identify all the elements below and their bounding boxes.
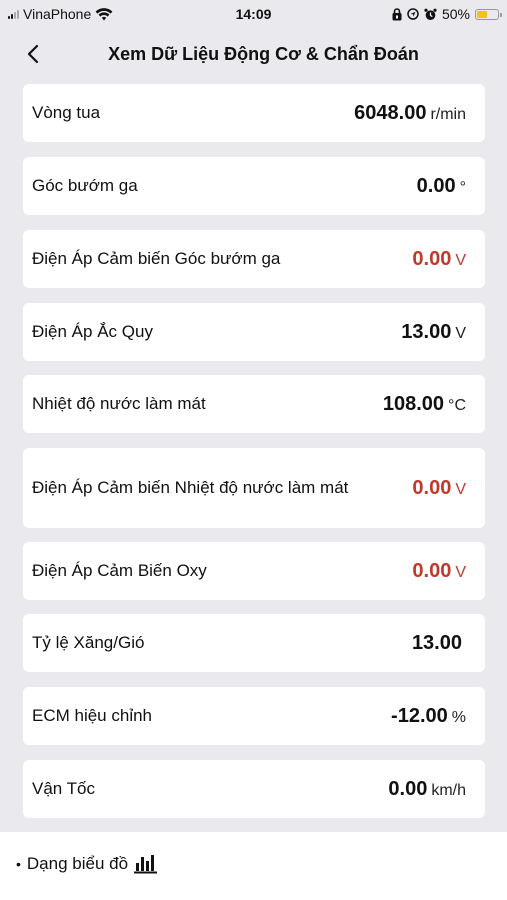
row-label: Nhiệt độ nước làm mát (32, 394, 206, 413)
row-value: 0.00 km/h (388, 778, 466, 801)
value-number: 0.00 (412, 559, 452, 582)
value-unit: km/h (431, 781, 466, 799)
status-bar: VinaPhone 14:09 50% (0, 0, 507, 28)
value-number: 108.00 (382, 392, 445, 415)
battery-fill (477, 10, 487, 18)
value-number: 6048.00 (354, 101, 427, 124)
row-value: 0.00 V (412, 477, 466, 500)
value-unit: r/min (430, 105, 466, 123)
value-number: 0.00 (388, 777, 428, 800)
data-row-air-fuel-ratio: Tỷ lệ Xăng/Gió 13.00 (23, 614, 485, 672)
value-number: 13.00 (401, 320, 452, 343)
battery-percent: 50% (441, 6, 470, 22)
lock-rotation-icon (392, 7, 402, 20)
bottom-bar: • Dạng biểu đồ (0, 832, 507, 900)
location-icon (407, 8, 419, 20)
value-unit: ° (459, 178, 466, 196)
data-row-throttle-sensor-voltage: Điện Áp Cảm biến Góc bướm ga 0.00 V (23, 230, 485, 288)
row-label: Vòng tua (32, 103, 101, 122)
value-unit: V (455, 563, 466, 581)
row-value: -12.00 % (391, 705, 466, 728)
row-label: Điện Áp Cảm biến Nhiệt độ nước làm mát (32, 478, 349, 497)
value-number: -12.00 (391, 704, 448, 727)
chart-view-toggle[interactable]: • Dạng biểu đồ (16, 854, 158, 874)
data-row-ecm-correction: ECM hiệu chỉnh -12.00 % (23, 687, 485, 745)
row-value: 0.00 V (412, 248, 466, 271)
data-row-throttle-angle: Góc bướm ga 0.00 ° (23, 157, 485, 215)
value-unit: % (451, 708, 466, 726)
row-value: 13.00 V (401, 321, 466, 344)
bullet: • (16, 856, 21, 872)
data-row-speed: Vận Tốc 0.00 km/h (23, 760, 485, 818)
value-unit: V (455, 480, 466, 498)
value-unit: V (455, 251, 466, 269)
value-number: 0.00 (412, 476, 452, 499)
alarm-icon (424, 8, 437, 20)
row-label: Góc bướm ga (32, 176, 138, 195)
row-label: Điện Áp Cảm biến Góc bướm ga (32, 249, 281, 268)
data-row-coolant-sensor-voltage: Điện Áp Cảm biến Nhiệt độ nước làm mát 0… (23, 448, 485, 528)
row-label: Điện Áp Ắc Quy (32, 322, 153, 341)
row-label: Điện Áp Cảm Biến Oxy (32, 561, 207, 580)
data-row-coolant-temp: Nhiệt độ nước làm mát 108.00 °C (23, 375, 485, 433)
value-unit: V (455, 324, 466, 342)
row-value: 6048.00 r/min (354, 102, 466, 125)
row-value: 0.00 V (412, 560, 466, 583)
row-label: Tỷ lệ Xăng/Gió (32, 633, 145, 652)
row-value: 108.00 °C (383, 393, 466, 416)
nav-bar: Xem Dữ Liệu Động Cơ & Chẩn Đoán (0, 36, 507, 72)
value-number: 0.00 (416, 174, 456, 197)
data-row-oxygen-sensor-voltage: Điện Áp Cảm Biến Oxy 0.00 V (23, 542, 485, 600)
data-row-rpm: Vòng tua 6048.00 r/min (23, 84, 485, 142)
row-value: 0.00 ° (417, 175, 466, 198)
bar-chart-icon (134, 855, 158, 874)
status-right: 50% (392, 6, 502, 22)
data-row-battery-voltage: Điện Áp Ắc Quy 13.00 V (23, 303, 485, 361)
value-number: 13.00 (411, 631, 462, 654)
value-number: 0.00 (412, 247, 452, 270)
row-label: ECM hiệu chỉnh (32, 706, 153, 725)
page-title: Xem Dữ Liệu Động Cơ & Chẩn Đoán (108, 44, 419, 64)
row-value: 13.00 (412, 632, 466, 655)
value-unit: °C (448, 396, 466, 414)
chart-toggle-label: Dạng biểu đồ (26, 854, 129, 873)
row-label: Vận Tốc (32, 779, 96, 798)
battery-icon (475, 8, 502, 20)
